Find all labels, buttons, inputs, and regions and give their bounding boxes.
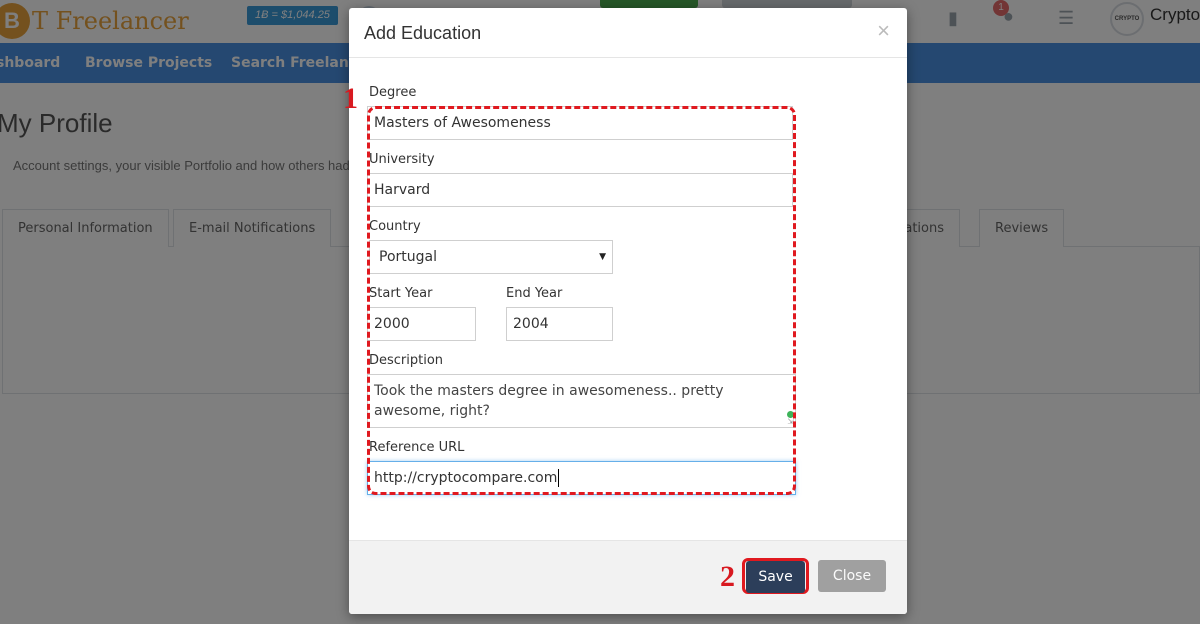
close-button[interactable]: Close <box>818 560 886 592</box>
annotation-box-fields <box>367 106 796 495</box>
annotation-step-2: 2 <box>720 560 735 593</box>
modal-title: Add Education <box>364 23 482 43</box>
annotation-step-1: 1 <box>343 82 358 115</box>
close-icon[interactable]: × <box>877 20 890 42</box>
save-button[interactable]: Save <box>746 561 805 593</box>
degree-label: Degree <box>369 85 417 100</box>
modal-header: Add Education × <box>349 8 907 58</box>
